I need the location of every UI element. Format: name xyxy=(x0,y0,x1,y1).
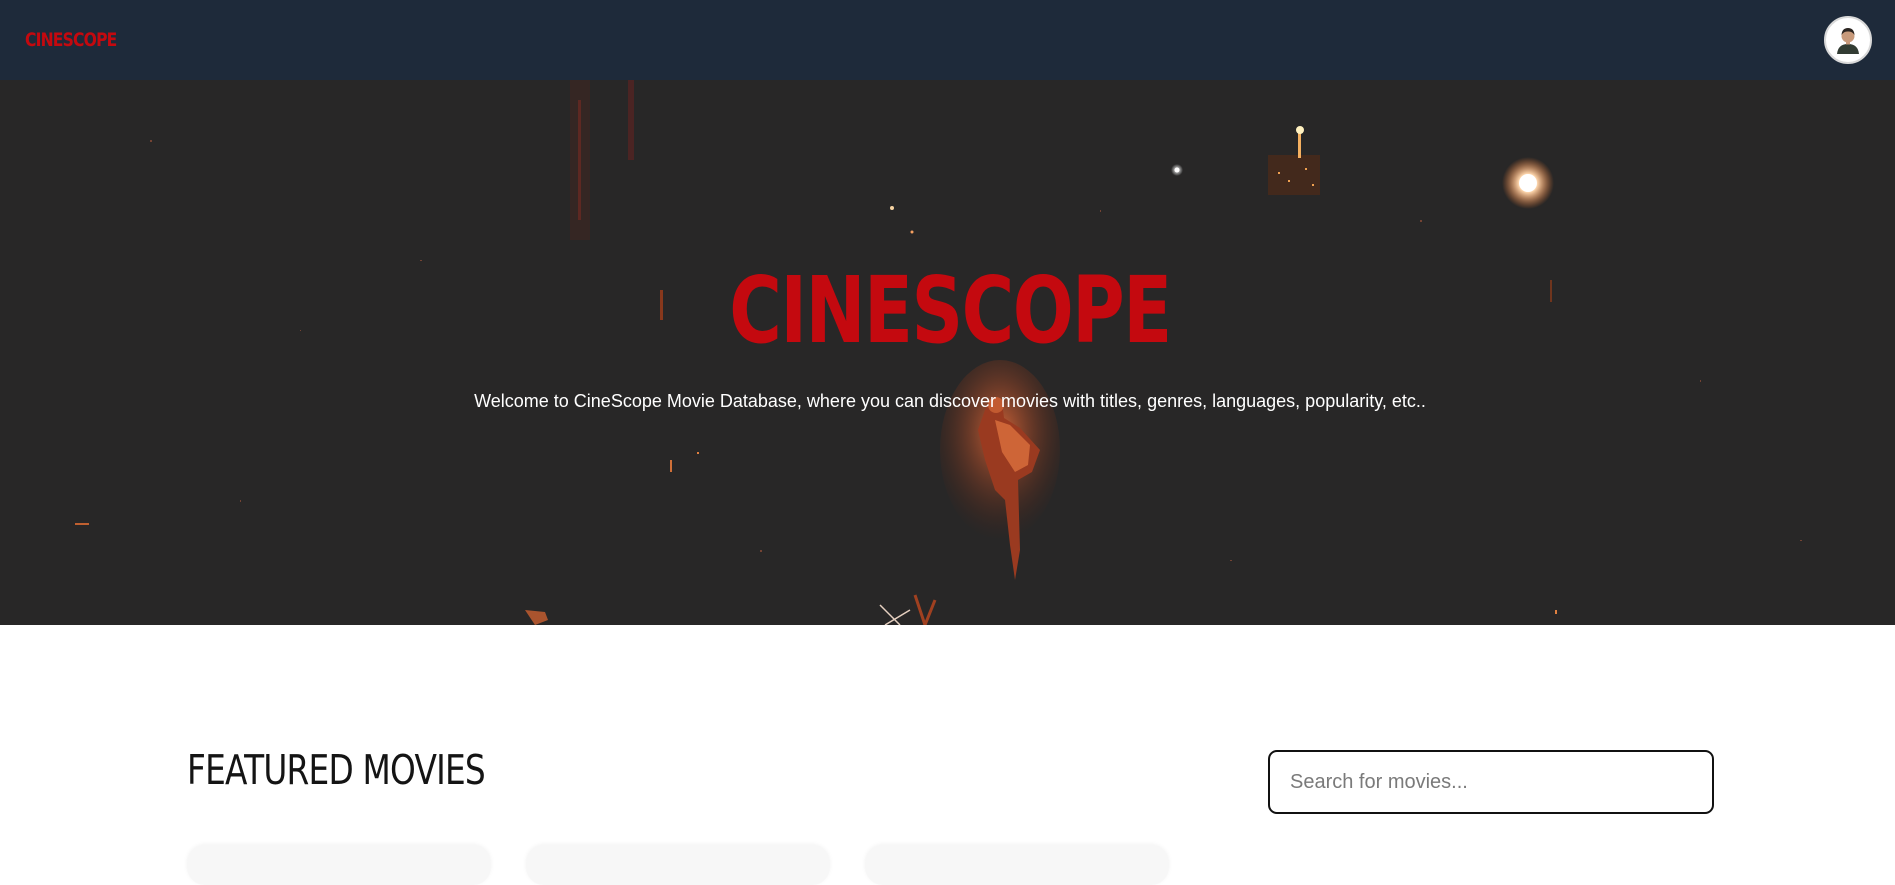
search-input[interactable] xyxy=(1268,750,1714,814)
top-navbar: CINESCOPE xyxy=(0,0,1895,80)
user-avatar[interactable] xyxy=(1824,16,1872,64)
user-avatar-icon xyxy=(1837,28,1859,54)
featured-movies-heading: FEATURED MOVIES xyxy=(187,746,486,794)
hero-banner: CINESCOPE Welcome to CineScope Movie Dat… xyxy=(0,80,1895,625)
hero-title: CINESCOPE xyxy=(729,257,1172,364)
movie-card[interactable] xyxy=(865,845,1169,885)
brand-logo[interactable]: CINESCOPE xyxy=(25,29,117,51)
movie-card[interactable] xyxy=(187,845,491,885)
movie-card[interactable] xyxy=(526,845,830,885)
hero-subtitle: Welcome to CineScope Movie Database, whe… xyxy=(474,391,1426,411)
